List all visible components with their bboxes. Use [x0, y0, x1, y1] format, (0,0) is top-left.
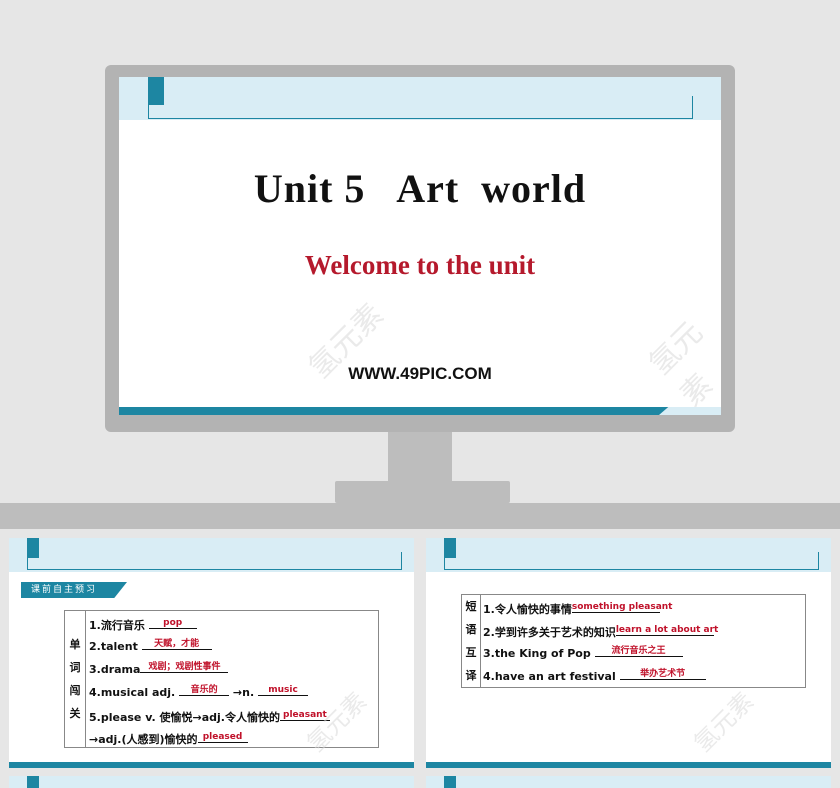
phrase-row: 3.the King of Pop 流行音乐之王 — [483, 646, 683, 661]
watermark: 氢元素 — [688, 686, 760, 758]
section-tag: 课前自主预习 — [21, 582, 127, 598]
slide-title: Unit 5 Art world — [253, 166, 587, 211]
phrase-answer: learn a lot about art — [615, 625, 719, 636]
side-label-char: 单 — [69, 638, 81, 651]
phrase-prompt: 2.学到许多关于艺术的知识 — [483, 626, 616, 639]
side-label-char: 短 — [465, 600, 477, 613]
phrase-answer: something pleasant — [571, 602, 673, 613]
vocab-answer: 戏剧；戏剧性事件 — [140, 659, 229, 673]
slide-footer-bar — [9, 762, 414, 768]
vocab-row: 4.musical adj. 音乐的 →n. music — [89, 685, 308, 700]
slide-thumbnail-phrases[interactable]: 短 语 互 译 1.令人愉快的事情something pleasant 2.学到… — [426, 538, 831, 768]
slide-thumbnail-vocabulary[interactable]: 课前自主预习 单 词 闯 关 1.流行音乐 pop 2.talent 天赋，才能… — [9, 538, 414, 768]
vocab-prompt: →adj.(人感到)愉快的 — [89, 733, 198, 746]
side-label-char: 闯 — [69, 684, 81, 697]
slide-header-tab — [27, 776, 39, 788]
website-url: WWW.49PIC.COM — [348, 364, 492, 383]
side-label-column: 短 语 互 译 — [462, 595, 481, 687]
vocab-prompt: 2.talent — [89, 640, 138, 653]
phrase-prompt: 1.令人愉快的事情 — [483, 603, 572, 616]
vocab-row: 5.please v. 使愉悦→adj.令人愉快的 pleasant — [89, 709, 330, 725]
shelf — [0, 503, 840, 529]
vocab-prompt: 4.musical adj. — [89, 686, 176, 699]
vocab-prompt: 3.drama — [89, 663, 141, 676]
phrase-table: 短 语 互 译 1.令人愉快的事情something pleasant 2.学到… — [461, 594, 806, 688]
side-label-column: 单 词 闯 关 — [65, 611, 86, 747]
slide-footer-accent — [659, 407, 721, 415]
vocab-answer: pop — [148, 618, 197, 629]
phrase-row: 4.have an art festival 举办艺术节 — [483, 669, 706, 684]
vocab-prompt: →n. — [232, 686, 255, 699]
watermark: 氢元素 — [642, 315, 720, 414]
slide-subtitle: Welcome to the unit — [304, 250, 536, 280]
side-label-char: 互 — [465, 646, 477, 659]
phrase-prompt: 4.have an art festival — [483, 670, 616, 683]
vocab-row: 2.talent 天赋，才能 — [89, 639, 212, 654]
vocab-answer: music — [258, 685, 308, 696]
phrase-row: 1.令人愉快的事情something pleasant — [483, 601, 673, 617]
slide-header-line — [27, 552, 402, 570]
phrase-row: 2.学到许多关于艺术的知识learn a lot about art — [483, 624, 719, 640]
phrase-answer: 流行音乐之王 — [594, 643, 683, 657]
vocab-answer: 天赋，才能 — [141, 636, 212, 650]
side-label-char: 关 — [69, 707, 81, 720]
side-label-char: 词 — [69, 661, 81, 674]
slide-thumbnail-partial[interactable] — [9, 776, 414, 788]
slide-header-bar — [9, 776, 414, 788]
monitor-neck — [388, 432, 452, 482]
slide-thumbnail-partial[interactable] — [426, 776, 831, 788]
phrase-answer: 举办艺术节 — [619, 666, 706, 680]
vocab-answer: pleased — [197, 732, 248, 743]
vocab-row: 1.流行音乐 pop — [89, 617, 197, 633]
side-label-char: 译 — [465, 669, 477, 682]
monitor-base — [335, 481, 510, 503]
side-label-char: 语 — [465, 623, 477, 636]
vocab-row: →adj.(人感到)愉快的 pleased — [89, 731, 248, 747]
slide-header-line — [444, 552, 819, 570]
slide-header-tab — [444, 776, 456, 788]
vocab-row: 3.drama 戏剧；戏剧性事件 — [89, 662, 229, 677]
slide-header-bar — [426, 776, 831, 788]
phrase-prompt: 3.the King of Pop — [483, 647, 591, 660]
slide-header-line — [148, 96, 693, 119]
vocab-prompt: 5.please v. 使愉悦→adj.令人愉快的 — [89, 711, 280, 724]
main-slide[interactable]: Unit 5 Art world Welcome to the unit WWW… — [119, 77, 721, 415]
slide-footer-bar — [426, 762, 831, 768]
slide-footer-bar — [119, 407, 721, 415]
vocab-prompt: 1.流行音乐 — [89, 619, 145, 632]
vocab-answer: 音乐的 — [179, 682, 230, 696]
